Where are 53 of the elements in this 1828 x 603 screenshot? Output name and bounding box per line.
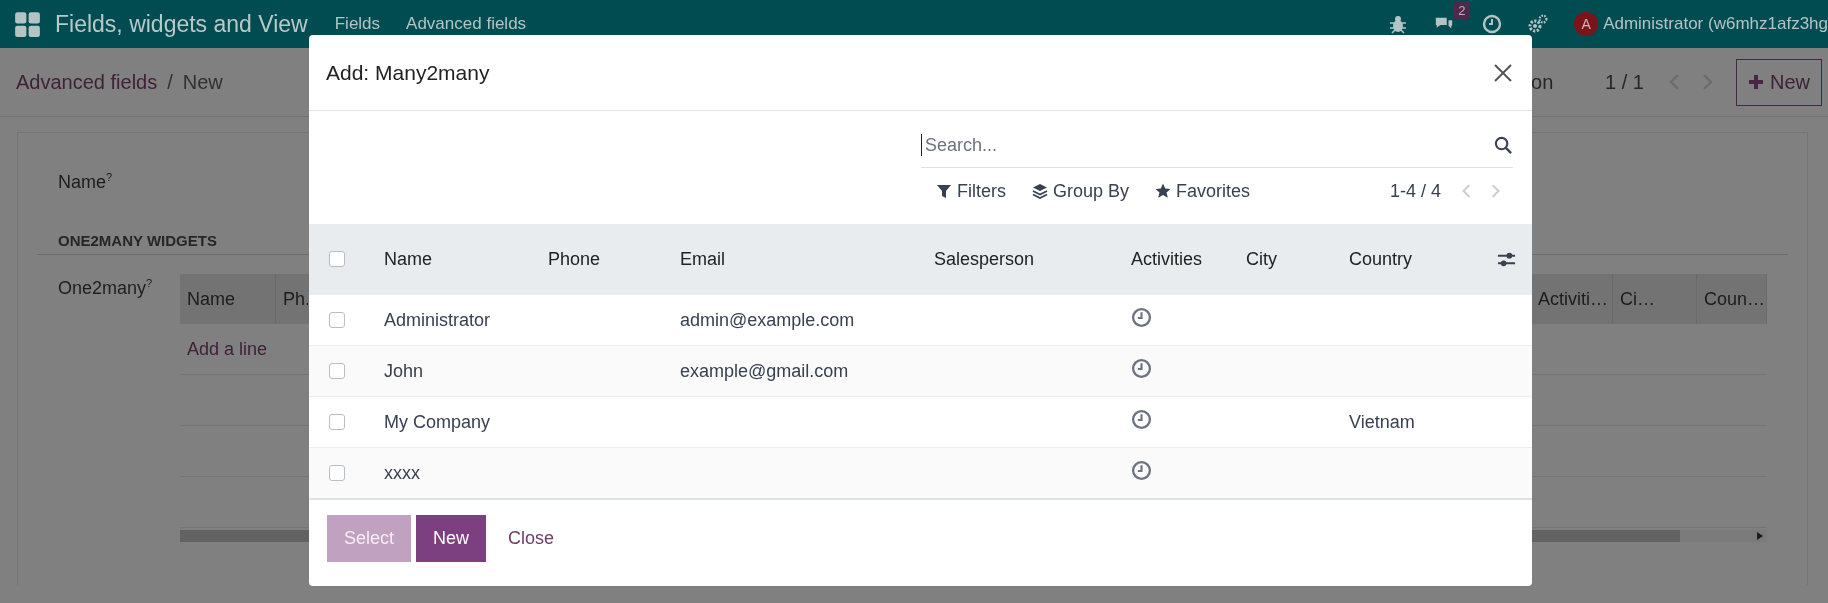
row-checkbox[interactable] [329, 465, 345, 481]
clock-icon[interactable] [1131, 307, 1152, 328]
row-checkbox[interactable] [329, 363, 345, 379]
user-avatar[interactable]: A [1574, 12, 1599, 36]
apps-icon[interactable] [14, 10, 41, 38]
breadcrumb-item: New [182, 70, 223, 94]
search-icon[interactable] [1494, 135, 1513, 155]
pager-value: 1 / 1 [1605, 70, 1644, 94]
table-cell-text: My Company [383, 411, 491, 432]
table-cell-text: Vietnam [1348, 411, 1415, 432]
menu-item[interactable]: Fields [334, 14, 381, 34]
column-header[interactable]: Ph. [276, 274, 308, 324]
row-checkbox[interactable] [329, 312, 345, 328]
table-cell-text: xxxx [383, 462, 420, 483]
close-icon[interactable] [1493, 62, 1513, 83]
dialog-button[interactable]: Close [495, 515, 568, 562]
bug-icon[interactable] [1388, 14, 1409, 34]
filter-menu-button[interactable]: Favorites [1155, 180, 1251, 202]
star-icon [1155, 183, 1172, 199]
breadcrumb-separator: / [167, 70, 173, 94]
scroll-right-icon[interactable] [1757, 532, 1763, 540]
select-all-checkbox[interactable] [329, 251, 345, 267]
new-button[interactable]: New [1736, 58, 1822, 106]
filter-menu-button[interactable]: Group By [1032, 180, 1130, 202]
clock-icon[interactable] [1131, 358, 1152, 379]
column-header[interactable]: Name [180, 274, 276, 324]
menu-item[interactable]: Advanced fields [406, 14, 527, 34]
field-label: Name$^{?}$ [58, 170, 113, 194]
funnel-icon [936, 183, 952, 199]
table-cell-text: Administrator [383, 309, 491, 330]
clock-icon[interactable] [1482, 14, 1503, 34]
dialog-title: Add: Many2many [326, 60, 490, 85]
pager-value: 1-4 / 4 [1389, 180, 1441, 202]
gears-icon[interactable] [1528, 14, 1549, 34]
clock-icon[interactable] [1131, 409, 1152, 430]
dialog-button[interactable]: New [416, 515, 487, 562]
row-checkbox[interactable] [329, 414, 345, 430]
breadcrumb-item[interactable]: Advanced fields [16, 70, 158, 94]
action-button-text[interactable]: on [1531, 70, 1554, 93]
message-count-badge: 2 [1453, 2, 1471, 19]
column-header[interactable]: Coun… [1697, 274, 1767, 324]
plus-icon [1748, 74, 1764, 90]
filter-menu-button[interactable]: Filters [936, 180, 1006, 202]
column-header[interactable]: Ci… [1613, 274, 1697, 324]
table-cell-text: example@gmail.com [679, 360, 849, 381]
table-cell-text: admin@example.com [679, 309, 855, 330]
user-name[interactable]: Administrator (w6mhz1afz3hg [1603, 14, 1828, 34]
field-label: One2many$^{?}$ [58, 276, 154, 299]
app-title[interactable]: Fields, widgets and View [55, 10, 308, 38]
add-line-link[interactable]: Add a line [187, 338, 268, 360]
clock-icon[interactable] [1131, 460, 1152, 481]
table-cell-text: John [383, 360, 424, 381]
layers-icon [1032, 183, 1048, 199]
